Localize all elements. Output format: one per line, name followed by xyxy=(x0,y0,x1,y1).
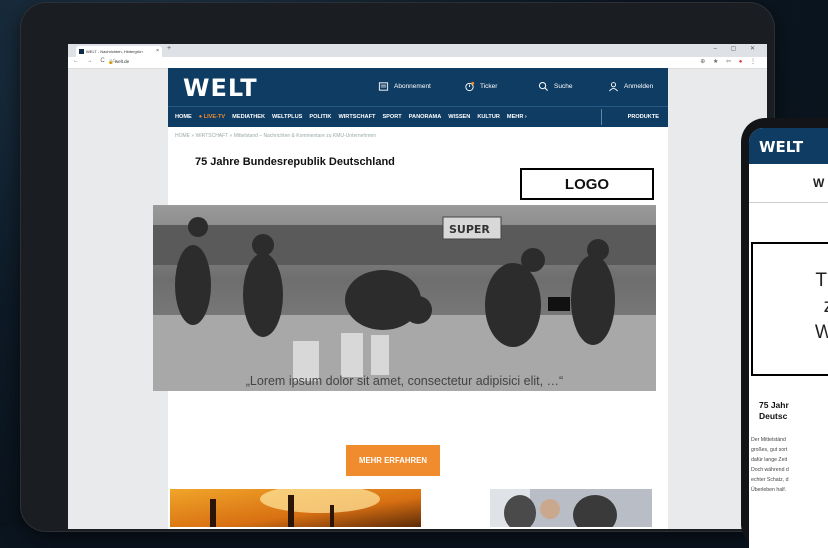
nav-divider xyxy=(601,109,602,125)
nav-live-tv[interactable]: ● LIVE-TV xyxy=(199,114,225,120)
breadcrumb: HOME » WIRTSCHAFT » Mittelstand – Nachri… xyxy=(175,133,376,139)
main-nav: HOME ● LIVE-TV MEDIATHEK WELTPLUS POLITI… xyxy=(168,106,668,127)
abonnement-link[interactable]: Abonnement xyxy=(378,81,431,92)
url-field[interactable]: 🔒 welt.de xyxy=(108,59,129,65)
hero-photo: SUPER xyxy=(153,205,656,391)
nav-home[interactable]: HOME xyxy=(175,114,192,120)
phone-frame: WELT W T zuf We 75 Jahr Deutsc Der Mitte… xyxy=(741,118,828,548)
phone-section-title: W xyxy=(749,164,828,203)
ticker-label: Ticker xyxy=(480,83,498,90)
nav-mehr[interactable]: MEHR › xyxy=(507,114,527,120)
user-icon xyxy=(609,82,618,92)
url-text: welt.de xyxy=(114,59,130,64)
search-icon xyxy=(538,81,549,92)
site-header: WELT Abonnement Ticker Suche Anmelden xyxy=(168,68,668,106)
nav-produkte[interactable]: PRODUKTE xyxy=(628,114,659,120)
teaser-image-right[interactable] xyxy=(490,489,652,527)
welt-logo[interactable]: WELT xyxy=(183,74,258,102)
svg-text:SUPER: SUPER xyxy=(449,223,490,236)
welt-favicon-icon xyxy=(79,49,84,55)
phone-welt-logo[interactable]: WELT xyxy=(759,138,803,156)
overlay-line-2: zuf xyxy=(749,296,828,318)
phone-title-text: W xyxy=(813,176,825,190)
browser-tab[interactable]: WELT - Nachrichten, Hintergrün × xyxy=(76,46,162,57)
phone-screen: WELT W T zuf We 75 Jahr Deutsc Der Mitte… xyxy=(749,128,828,548)
tab-close-icon[interactable]: × xyxy=(156,46,159,57)
hero-photo-image: SUPER xyxy=(153,205,656,391)
nav-mediathek[interactable]: MEDIATHEK xyxy=(232,114,265,120)
phone-body-line: echter Schatz, d xyxy=(751,477,789,483)
nav-politik[interactable]: POLITIK xyxy=(309,114,331,120)
ticker-link[interactable]: Ticker xyxy=(464,81,497,92)
nav-sport[interactable]: SPORT xyxy=(382,114,401,120)
quote-text: „Lorem ipsum dolor sit amet, consectetur… xyxy=(245,374,564,388)
phone-body-line: großes, gut sort xyxy=(751,447,788,453)
anmelden-label: Anmelden xyxy=(624,83,654,90)
nav-kultur[interactable]: KULTUR xyxy=(477,114,500,120)
new-tab-button[interactable]: + xyxy=(167,45,171,52)
phone-header: WELT xyxy=(749,128,828,164)
phone-body-text: Der Mittelständ großes, gut sort dafür l… xyxy=(751,435,789,495)
phone-body-line: dafür lange Zeit xyxy=(751,457,788,463)
nav-panorama[interactable]: PANORAMA xyxy=(409,114,442,120)
tab-title: WELT - Nachrichten, Hintergrün xyxy=(86,49,143,54)
anmelden-link[interactable]: Anmelden xyxy=(608,81,653,92)
nav-wissen[interactable]: WISSEN xyxy=(448,114,470,120)
phone-overlay-box: T zuf We xyxy=(751,242,828,376)
logo-placeholder: LOGO xyxy=(520,168,654,200)
overlay-line-3: We xyxy=(814,322,828,343)
ticker-icon xyxy=(465,81,475,92)
nav-weltplus[interactable]: WELTPLUS xyxy=(272,114,302,120)
headline-row: 75 Jahre Bundesrepublik Deutschland xyxy=(168,139,668,169)
suche-link[interactable]: Suche xyxy=(538,81,572,92)
page-title: 75 Jahre Bundesrepublik Deutschland xyxy=(195,156,395,168)
phone-body-line: Überleben half. xyxy=(751,487,787,493)
phone-body-line: Doch während d xyxy=(751,467,789,473)
overlay-line-1: T xyxy=(815,270,827,291)
newspaper-icon xyxy=(378,82,389,91)
phone-headline-line-1: 75 Jahr xyxy=(759,400,789,410)
mehr-erfahren-button[interactable]: MEHR ERFAHREN xyxy=(346,445,440,476)
nav-wirtschaft[interactable]: WIRTSCHAFT xyxy=(338,114,375,120)
teaser-image-left-graphic xyxy=(170,489,421,527)
phone-headline: 75 Jahr Deutsc xyxy=(759,400,789,422)
suche-label: Suche xyxy=(554,83,573,90)
teaser-image-left[interactable] xyxy=(170,489,421,527)
browser-tab-bar: WELT - Nachrichten, Hintergrün × + – ▢ ✕ xyxy=(68,44,767,57)
phone-body-line: Der Mittelständ xyxy=(751,437,786,443)
abonnement-label: Abonnement xyxy=(394,83,431,90)
phone-headline-line-2: Deutsc xyxy=(759,411,788,421)
window-controls[interactable]: – ▢ ✕ xyxy=(714,45,761,52)
teaser-image-right-graphic xyxy=(490,489,652,527)
extension-icons[interactable]: ⊕ ★ ⇦ ● ⋮ xyxy=(700,58,759,65)
